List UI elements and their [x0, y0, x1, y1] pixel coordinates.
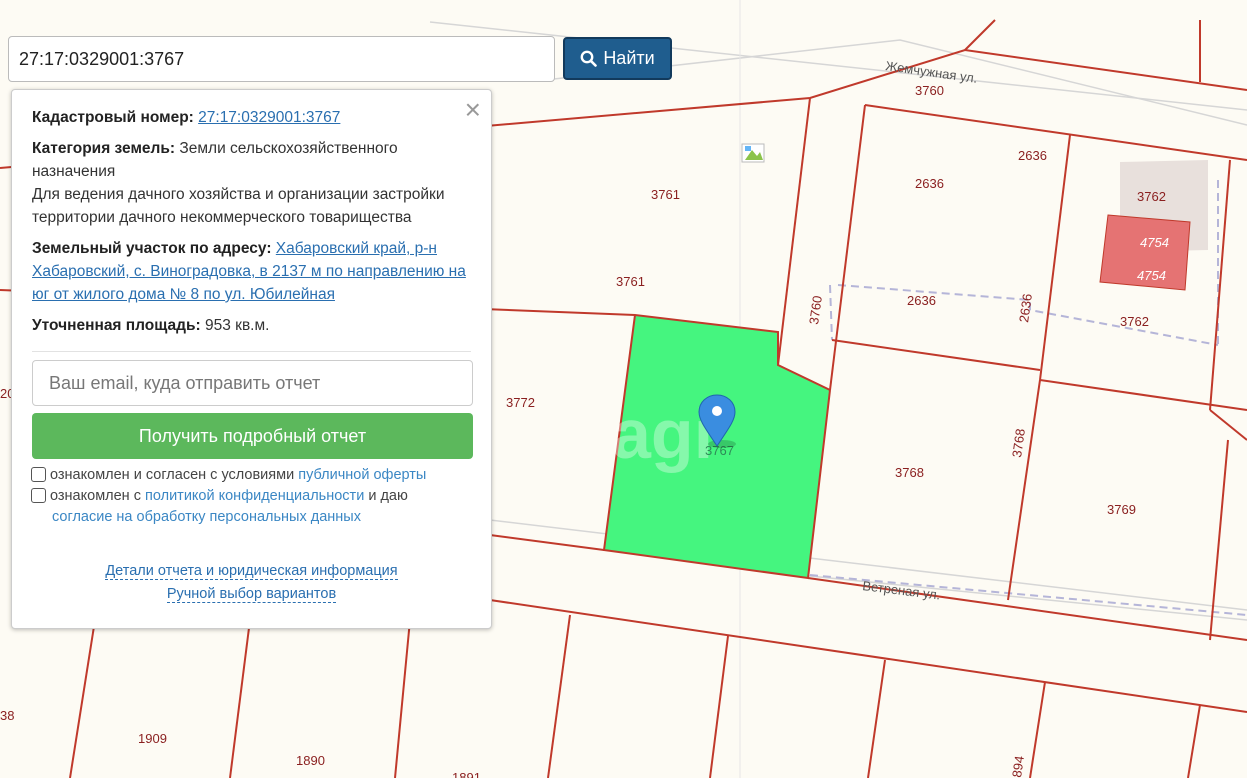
street-label: Жемчужная ул.: [885, 58, 979, 86]
cadastral-number-row: Кадастровый номер: 27:17:0329001:3767: [32, 106, 471, 129]
consent-offer-row: ознакомлен и согласен с условиями публич…: [31, 465, 471, 486]
map-watermark: agi: [612, 395, 713, 473]
street-label: Ветреная ул.: [862, 578, 942, 602]
privacy-consent-checkbox[interactable]: [31, 488, 46, 503]
parcel-number: 3761: [616, 274, 645, 289]
personal-data-consent-link[interactable]: согласие на обработку персональных данны…: [52, 509, 361, 525]
land-category-row: Категория земель: Земли сельскохозяйстве…: [32, 137, 471, 229]
land-usage-text: Для ведения дачного хозяйства и организа…: [32, 186, 445, 226]
search-button[interactable]: Найти: [563, 37, 672, 80]
address-label: Земельный участок по адресу:: [32, 240, 272, 257]
privacy-consent-text: ознакомлен с: [50, 488, 141, 504]
manual-selection-link[interactable]: Ручной выбор вариантов: [166, 586, 337, 603]
popup-footer-links: Детали отчета и юридическая информация Р…: [32, 560, 471, 606]
parcel-number: 3760: [915, 83, 944, 98]
parcel-number: 3761: [651, 187, 680, 202]
divider: [32, 351, 471, 352]
parcel-number: 894: [1009, 755, 1027, 778]
parcel-number: 3768: [895, 465, 924, 480]
land-category-label: Категория земель:: [32, 140, 176, 157]
parcel-number: 1890: [296, 753, 325, 768]
area-value: 953 кв.м.: [205, 317, 270, 334]
area-label: Уточненная площадь:: [32, 317, 201, 334]
parcel-number: 3760: [806, 295, 825, 326]
area-row: Уточненная площадь: 953 кв.м.: [32, 314, 471, 337]
address-row: Земельный участок по адресу: Хабаровский…: [32, 237, 471, 306]
parcel-number: 3772: [506, 395, 535, 410]
get-report-button[interactable]: Получить подробный отчет: [32, 413, 473, 459]
parcel-info-popup: × Кадастровый номер: 27:17:0329001:3767 …: [11, 89, 492, 629]
parcel-number: 2636: [1018, 148, 1047, 163]
parcel-number: 3762: [1137, 189, 1166, 204]
parcel-number: 1909: [138, 731, 167, 746]
parcel-number: 4754: [1137, 268, 1166, 283]
parcel-number: 2636: [1016, 293, 1035, 324]
parcel-number: 38: [0, 708, 14, 723]
privacy-policy-link[interactable]: политикой конфиденциальности: [145, 488, 364, 504]
parcel-number: 3768: [1009, 428, 1028, 459]
parcel-number: 3762: [1120, 314, 1149, 329]
offer-consent-checkbox[interactable]: [31, 467, 46, 482]
public-offer-link[interactable]: публичной оферты: [298, 467, 426, 483]
offer-consent-text: ознакомлен и согласен с условиями: [50, 467, 295, 483]
parcel-number: 4754: [1140, 235, 1169, 250]
report-details-link[interactable]: Детали отчета и юридическая информация: [105, 563, 398, 580]
search-icon: [580, 50, 598, 67]
parcel-number: 1891: [452, 770, 481, 778]
search-button-label: Найти: [603, 48, 655, 68]
cadastral-search-input[interactable]: [8, 36, 555, 82]
privacy-consent-tail: и даю: [368, 488, 408, 504]
parcel-number: 2636: [915, 176, 944, 191]
cadastral-number-label: Кадастровый номер:: [32, 109, 194, 126]
parcel-number: 2636: [907, 293, 936, 308]
broken-image-icon: [741, 143, 765, 163]
close-icon[interactable]: ×: [465, 96, 481, 124]
parcel-number: 3769: [1107, 502, 1136, 517]
cadastral-number-link[interactable]: 27:17:0329001:3767: [198, 109, 340, 126]
consent-privacy-row: ознакомлен с политикой конфиденциальност…: [31, 486, 471, 528]
email-field[interactable]: [32, 360, 473, 406]
